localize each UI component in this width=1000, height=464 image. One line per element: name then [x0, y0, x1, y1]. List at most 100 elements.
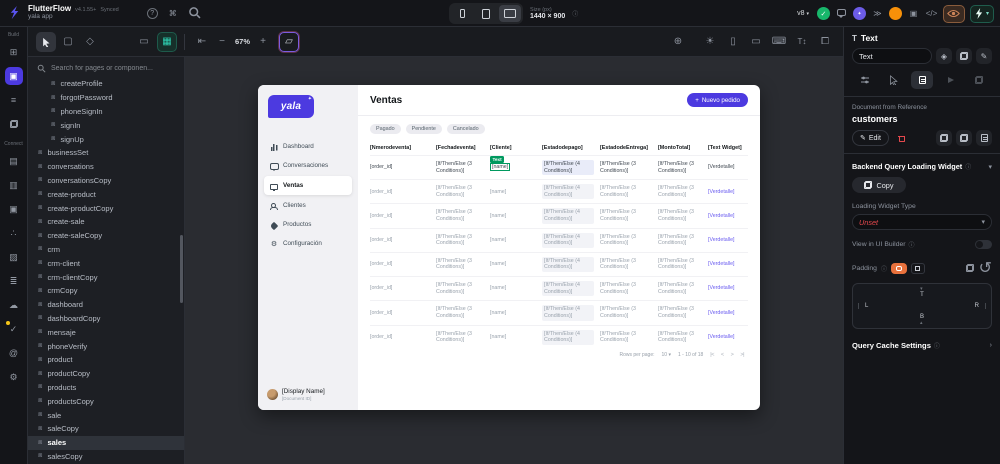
filter-chip-cancelado[interactable]: Cancelado — [446, 124, 485, 134]
theme-mode-icon[interactable]: ☀ — [700, 32, 720, 52]
collapse-panel-icon[interactable]: ⇤ — [192, 32, 212, 52]
pages-list-item[interactable]: ⧈ dashboardCopy — [28, 312, 184, 326]
tab-animations[interactable] — [940, 71, 962, 89]
table-row[interactable]: [order_id] [If/Then/Else (3 Conditions)] [… — [370, 276, 748, 300]
padding-individual-button[interactable] — [910, 262, 925, 274]
table-row[interactable]: [order_id] [If/Then/Else (3 Conditions)] [… — [370, 203, 748, 227]
app-nav-item-ventas[interactable]: Ventas — [264, 176, 352, 195]
loading-widget-type-dropdown[interactable]: Unset ▾ — [852, 214, 992, 230]
pages-list-item[interactable]: ⧈ mensaje — [28, 325, 184, 339]
tab-tests[interactable] — [968, 71, 990, 89]
app-preview-frame[interactable]: yala ✦ Dashboard Conversaciones Ventas Clien… — [258, 85, 760, 410]
pages-list-item[interactable]: ⧈ product — [28, 353, 184, 367]
pages-list-item[interactable]: ⧈ dashboard — [28, 298, 184, 312]
table-row[interactable]: [order_id] [If/Then/Else (3 Conditions)] [… — [370, 179, 748, 203]
pages-list-item[interactable]: ⧈ phoneSignIn — [28, 105, 184, 119]
view-in-ui-builder-toggle[interactable] — [975, 240, 992, 249]
pages-list-item[interactable]: ⧈ create-product — [28, 187, 184, 201]
pages-list-item[interactable]: ⧈ createProfile — [28, 77, 184, 91]
tab-backend-query[interactable] — [911, 71, 933, 89]
device-desktop-button[interactable] — [499, 5, 521, 22]
pages-list-item[interactable]: ⧈ crmCopy — [28, 284, 184, 298]
ai-assistant-icon[interactable]: ✦ — [852, 7, 866, 20]
delete-query-button[interactable] — [893, 130, 911, 146]
pages-list-item[interactable]: ⧈ products — [28, 381, 184, 395]
rail-firestore-icon[interactable]: ▤ — [5, 152, 23, 170]
device-preview-icon[interactable]: ▯ — [723, 32, 743, 52]
rail-pages-icon[interactable] — [5, 115, 23, 133]
filter-chip-pendiente[interactable]: Pendiente — [405, 124, 442, 134]
project-name[interactable]: yala app — [28, 13, 119, 21]
rail-cloud-functions-icon[interactable]: ☁ — [5, 296, 23, 314]
safe-area-icon[interactable]: ▭ — [746, 32, 766, 52]
debug-icon[interactable]: ▣ — [907, 9, 920, 18]
rail-media-assets-icon[interactable]: ▨ — [5, 248, 23, 266]
table-row[interactable]: [order_id] [If/Then/Else (3 Conditions)] [… — [370, 251, 748, 276]
rail-custom-functions-icon[interactable]: ≣ — [5, 272, 23, 290]
pages-list-item[interactable]: ⧈ signUp — [28, 132, 184, 146]
cell-accion[interactable]: [Verdetalle] — [708, 237, 748, 244]
device-tablet-button[interactable] — [475, 5, 497, 22]
pages-list-item[interactable]: ⧈ sales — [28, 435, 184, 450]
run-options-caret[interactable]: ▾ — [986, 10, 989, 17]
rail-integrations-icon[interactable]: @ — [5, 344, 23, 362]
padding-left-handle[interactable]: L — [865, 303, 868, 309]
padding-right-handle[interactable]: R — [975, 303, 979, 309]
edit-query-button[interactable]: ✎ Edit — [852, 130, 889, 146]
pages-list-item[interactable]: ⧈ crm-client — [28, 256, 184, 270]
next-page-button[interactable]: > — [731, 352, 734, 358]
drag-mode-button[interactable]: ▢ — [58, 32, 78, 52]
copy-loading-widget-button[interactable]: Copy — [852, 177, 906, 193]
pages-list-item[interactable]: ⧈ sale — [28, 408, 184, 422]
keyboard-overlay-icon[interactable]: ⌨ — [769, 32, 789, 52]
cell-accion[interactable]: [Verdetalle] — [708, 164, 748, 171]
text-scale-icon[interactable]: T↕ — [792, 32, 812, 52]
style-brush-icon[interactable]: ✎ — [976, 48, 992, 64]
copy-widget-icon[interactable] — [956, 48, 972, 64]
pages-list-item[interactable]: ⧈ crm-clientCopy — [28, 270, 184, 284]
rail-api-calls-icon[interactable]: ∴ — [5, 224, 23, 242]
rail-app-values-icon[interactable]: ▣ — [5, 200, 23, 218]
pages-list-item[interactable]: ⧈ productsCopy — [28, 394, 184, 408]
app-nav-item-conversaciones[interactable]: Conversaciones — [264, 157, 352, 174]
device-phone-button[interactable] — [451, 5, 473, 22]
pages-list-item[interactable]: ⧈ signIn — [28, 118, 184, 132]
rail-data-types-icon[interactable]: ▥ — [5, 176, 23, 194]
app-nav-item-clientes[interactable]: Clientes — [264, 197, 352, 214]
duplicate-query-icon[interactable] — [956, 130, 972, 146]
rail-widget-palette-icon[interactable]: ▣ — [4, 67, 23, 85]
cell-accion[interactable]: [Verdetalle] — [708, 261, 748, 268]
size-value[interactable]: 1440 × 900 — [530, 13, 565, 21]
feedback-icon[interactable] — [835, 9, 848, 18]
prev-page-button[interactable]: < — [721, 352, 724, 358]
table-row[interactable]: [order_id] [If/Then/Else (3 Conditions)] T… — [370, 155, 748, 179]
zoom-in-button[interactable]: + — [253, 32, 273, 52]
app-nav-item-dashboard[interactable]: Dashboard — [264, 138, 352, 155]
canvas-settings-icon[interactable]: ⧠ — [815, 32, 835, 52]
rows-per-page-select[interactable]: 10 ▾ — [662, 352, 671, 358]
tab-properties[interactable] — [854, 71, 876, 89]
padding-all-sides-button[interactable] — [890, 262, 907, 274]
zoom-level[interactable]: 67% — [232, 37, 253, 46]
pages-list-item[interactable]: ⧈ create-saleCopy — [28, 229, 184, 243]
rail-tests-icon[interactable]: ✓ — [5, 320, 23, 338]
select-mode-button[interactable] — [36, 31, 56, 52]
app-user-row[interactable]: [Display Name] [Document ID] — [258, 388, 358, 410]
table-row[interactable]: [order_id] [If/Then/Else (3 Conditions)] [… — [370, 324, 748, 349]
cell-accion[interactable]: [Verdetalle] — [708, 334, 748, 341]
cell-accion[interactable]: [Verdetalle] — [708, 310, 748, 317]
frames-view-button[interactable]: ▭ — [134, 32, 154, 52]
cell-accion[interactable]: [Verdetalle] — [708, 213, 748, 220]
pages-search-input[interactable] — [51, 64, 175, 72]
project-health-icon[interactable]: ✓ — [816, 7, 830, 20]
automated-tests-icon[interactable]: ≫ — [871, 9, 884, 18]
code-view-icon[interactable]: </> — [925, 9, 938, 18]
padding-editor[interactable]: ▾ T B ▴ ❘ L R ❘ — [852, 283, 992, 329]
rail-settings-icon[interactable]: ⚙ — [5, 368, 23, 386]
pages-scrollbar[interactable] — [180, 235, 183, 303]
tab-actions[interactable] — [883, 71, 905, 89]
selected-text-widget[interactable]: [name] — [490, 163, 511, 172]
pages-list-item[interactable]: ⧈ saleCopy — [28, 422, 184, 436]
app-nav-item-configuración[interactable]: ⚙ Configuración — [264, 235, 352, 252]
first-page-button[interactable]: |< — [710, 352, 714, 358]
